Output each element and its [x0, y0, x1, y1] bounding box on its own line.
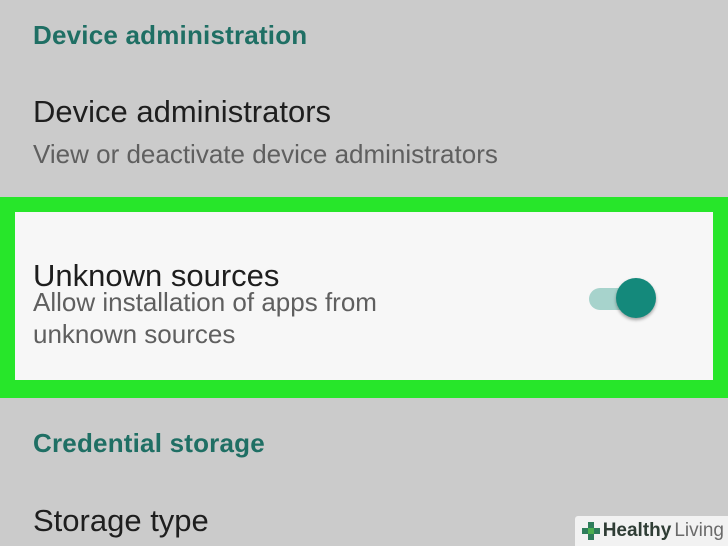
- device-administrators-title: Device administrators: [33, 94, 332, 129]
- unknown-sources-summary: Allow installation of apps from unknown …: [33, 286, 503, 350]
- device-administration-header: Device administration: [33, 20, 308, 50]
- healthy-living-watermark: Healthy Living: [574, 516, 728, 546]
- cross-icon: [581, 522, 600, 540]
- unknown-sources-item[interactable]: Unknown sources Allow installation of ap…: [15, 212, 713, 380]
- highlight-frame: Unknown sources Allow installation of ap…: [0, 197, 728, 398]
- credential-storage-header: Credential storage: [33, 428, 265, 458]
- unknown-sources-toggle[interactable]: [587, 277, 659, 318]
- unknown-sources-summary-line2: unknown sources: [33, 319, 236, 349]
- unknown-sources-summary-line1: Allow installation of apps from: [33, 287, 377, 317]
- watermark-brand-light: Living: [674, 520, 724, 541]
- device-administrators-summary: View or deactivate device administrators: [33, 139, 498, 169]
- toggle-thumb: [616, 278, 656, 318]
- storage-type-title: Storage type: [33, 503, 209, 538]
- watermark-brand-bold: Healthy: [602, 520, 672, 541]
